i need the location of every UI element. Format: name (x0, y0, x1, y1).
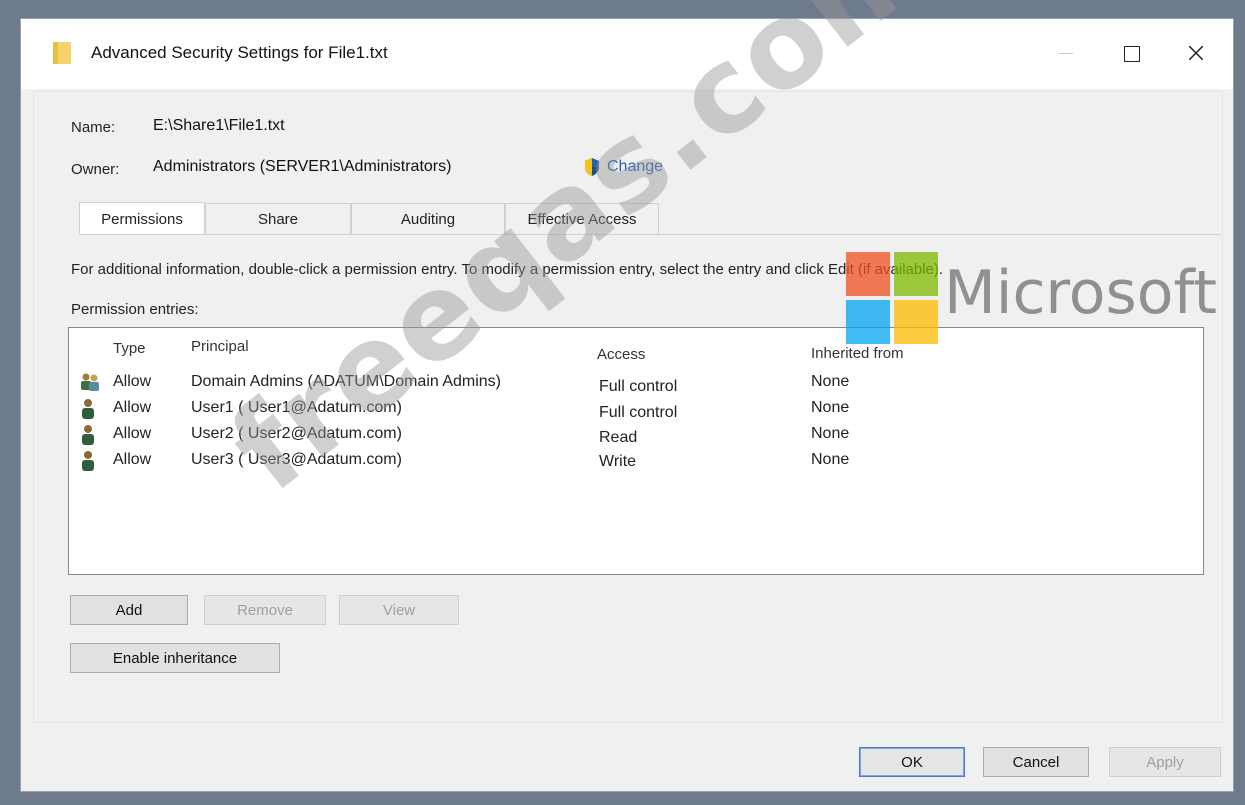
entry-principal: User2 ( User2@Adatum.com) (191, 425, 402, 442)
tab-permissions[interactable]: Permissions (79, 202, 205, 235)
tab-strip: Permissions Share Auditing Effective Acc… (79, 202, 659, 235)
view-button[interactable]: View (339, 595, 459, 625)
uac-shield-icon (585, 158, 599, 176)
folder-icon (53, 42, 71, 64)
remove-button[interactable]: Remove (204, 595, 326, 625)
owner-label: Owner: (71, 161, 120, 178)
add-button[interactable]: Add (70, 595, 188, 625)
tab-share[interactable]: Share (205, 203, 351, 235)
entry-principal: Domain Admins (ADATUM\Domain Admins) (191, 373, 502, 390)
group-icon (79, 372, 101, 397)
tab-auditing[interactable]: Auditing (351, 203, 505, 235)
column-header-type[interactable]: Type (113, 340, 146, 357)
user-icon (79, 424, 97, 451)
title-bar[interactable]: Advanced Security Settings for File1.txt (21, 19, 1233, 89)
enable-inheritance-button[interactable]: Enable inheritance (70, 643, 280, 673)
entry-access: Write (599, 453, 637, 470)
user-icon (79, 450, 97, 477)
entry-principal: User3 ( User3@Adatum.com) (191, 451, 402, 468)
minimize-button[interactable] (1043, 35, 1089, 71)
column-header-principal[interactable]: Principal (191, 338, 249, 355)
entry-access: Read (599, 429, 638, 446)
security-settings-window: Advanced Security Settings for File1.txt… (20, 18, 1234, 792)
tab-divider (79, 234, 1221, 235)
window-title: Advanced Security Settings for File1.txt (91, 43, 388, 62)
close-button[interactable] (1173, 35, 1219, 71)
entry-access: Full control (599, 404, 678, 421)
user-icon (79, 398, 97, 425)
table-row[interactable]: Allow User3 ( User3@Adatum.com) Write No… (69, 448, 1203, 474)
change-label: Change (607, 158, 664, 175)
entry-type: Allow (113, 451, 152, 468)
info-text: For additional information, double-click… (71, 261, 944, 278)
entry-type: Allow (113, 399, 152, 416)
tab-effective-access[interactable]: Effective Access (505, 203, 659, 235)
entry-inherited: None (811, 373, 850, 390)
entry-type: Allow (113, 373, 152, 390)
column-header-inherited[interactable]: Inherited from (811, 345, 904, 362)
column-header-access[interactable]: Access (597, 346, 645, 363)
entry-inherited: None (811, 425, 850, 442)
entry-access: Full control (599, 378, 678, 395)
table-row[interactable]: Allow Domain Admins (ADATUM\Domain Admin… (69, 370, 1203, 396)
apply-button[interactable]: Apply (1109, 747, 1221, 777)
cancel-button[interactable]: Cancel (983, 747, 1089, 777)
entry-inherited: None (811, 399, 850, 416)
permission-entries-list[interactable]: Type Principal Access Inherited from All… (68, 327, 1204, 575)
entry-inherited: None (811, 451, 850, 468)
change-owner-link[interactable]: Change (583, 157, 663, 177)
table-row[interactable]: Allow User2 ( User2@Adatum.com) Read Non… (69, 422, 1203, 448)
name-label: Name: (71, 119, 116, 136)
entry-type: Allow (113, 425, 152, 442)
name-value: E:\Share1\File1.txt (153, 117, 285, 134)
ok-button[interactable]: OK (859, 747, 965, 777)
permission-entries-label: Permission entries: (71, 301, 199, 318)
entry-principal: User1 ( User1@Adatum.com) (191, 399, 402, 416)
table-row[interactable]: Allow User1 ( User1@Adatum.com) Full con… (69, 396, 1203, 422)
owner-value: Administrators (SERVER1\Administrators) (153, 158, 452, 175)
close-icon (1189, 46, 1203, 60)
maximize-button[interactable] (1108, 35, 1154, 71)
